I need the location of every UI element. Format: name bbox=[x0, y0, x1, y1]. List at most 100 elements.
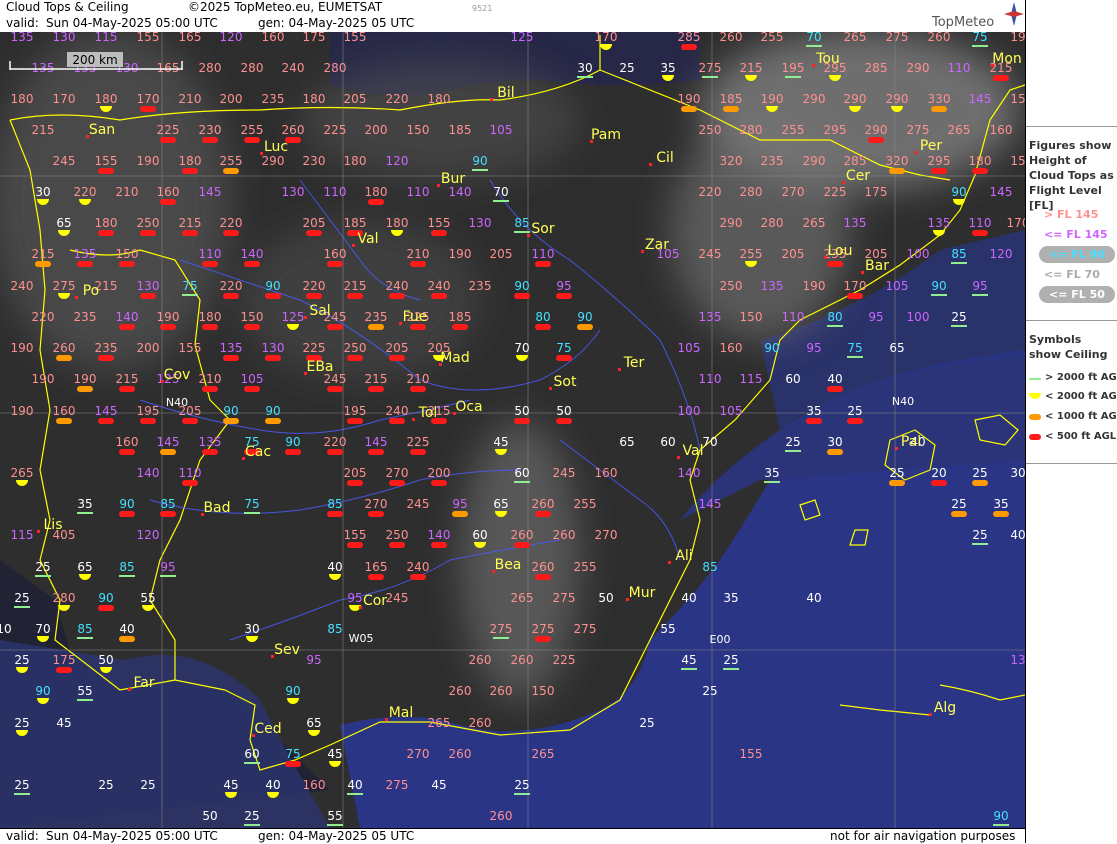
cloud-top-label: 30 bbox=[577, 61, 592, 75]
cloud-top-label: 105 bbox=[241, 372, 264, 386]
cloud-top-label: 265 bbox=[511, 591, 534, 605]
cloud-top-label: 180 bbox=[365, 185, 388, 199]
cloud-top-label: 65 bbox=[56, 216, 71, 230]
cloud-top-label: 185 bbox=[449, 123, 472, 137]
place-label: Fue bbox=[403, 309, 428, 325]
grid-coordinate-label: N40 bbox=[892, 395, 914, 408]
cloud-top-label: 140 bbox=[241, 247, 264, 261]
cloud-top-label: 240 bbox=[428, 279, 451, 293]
ceiling-below-500ft-marker bbox=[119, 511, 135, 517]
cloud-top-label: 95 bbox=[160, 560, 175, 574]
cloud-top-label: 85 bbox=[77, 622, 92, 636]
cloud-top-label: 170 bbox=[137, 92, 160, 106]
place-label: Sev bbox=[274, 642, 300, 658]
ceiling-below-500ft-marker bbox=[202, 324, 218, 330]
legend-panel: Figures show Height of Cloud Tops as Fli… bbox=[1025, 0, 1117, 843]
ceiling-below-500ft-marker bbox=[202, 449, 218, 455]
cloud-top-label: 85 bbox=[160, 497, 175, 511]
cloud-top-label: 170 bbox=[53, 92, 76, 106]
cloud-top-label: 255 bbox=[740, 247, 763, 261]
cloud-top-label: 90 bbox=[993, 809, 1008, 823]
city-dot-icon bbox=[915, 151, 918, 154]
cloud-top-label: 290 bbox=[803, 92, 826, 106]
cloud-top-label: 50 bbox=[556, 404, 571, 418]
ceiling-below-500ft-marker bbox=[347, 293, 363, 299]
cloud-top-label: 135 bbox=[11, 32, 34, 44]
legend-ceiling-swatch bbox=[1029, 434, 1041, 440]
ceiling-below-500ft-marker bbox=[972, 168, 988, 174]
cloud-top-label: 90 bbox=[265, 279, 280, 293]
city-dot-icon bbox=[677, 456, 680, 459]
ceiling-below-500ft-marker bbox=[347, 418, 363, 424]
valid-time: Sun 04-May-2025 05:00 UTC bbox=[46, 16, 218, 30]
ceiling-below-500ft-marker bbox=[160, 324, 176, 330]
ceiling-below-500ft-marker bbox=[368, 574, 384, 580]
cloud-top-label: 90 bbox=[265, 404, 280, 418]
cloud-top-label: 30 bbox=[827, 435, 842, 449]
legend-ceiling-swatch bbox=[1029, 414, 1041, 420]
ceiling-below-500ft-marker bbox=[514, 293, 530, 299]
weather-map[interactable]: 135 130 115 155 165 120 160 175 155 125 170 285 260 2… bbox=[0, 32, 1025, 828]
cloud-top-label: 25 bbox=[785, 435, 800, 449]
cloud-top-label: 220 bbox=[32, 310, 55, 324]
cloud-top-label: 80 bbox=[827, 310, 842, 324]
cloud-top-label: 185 bbox=[720, 92, 743, 106]
cloud-top-label: 90 bbox=[285, 435, 300, 449]
cloud-top-label: 255 bbox=[574, 560, 597, 574]
cloud-top-label: 45 bbox=[431, 778, 446, 792]
cloud-top-label: 70 bbox=[35, 622, 50, 636]
cloud-top-label: 255 bbox=[241, 123, 264, 137]
ceiling-below-500ft-marker bbox=[368, 511, 384, 517]
cloud-top-label: 255 bbox=[220, 154, 243, 168]
cloud-top-label: 80 bbox=[535, 310, 550, 324]
place-label: Cor bbox=[363, 593, 387, 609]
ceiling-below-500ft-marker bbox=[556, 293, 572, 299]
place-label: Far bbox=[133, 675, 154, 691]
ceiling-below-500ft-marker bbox=[431, 293, 447, 299]
cloud-top-label: 20 bbox=[931, 466, 946, 480]
cloud-top-label: 55 bbox=[660, 622, 675, 636]
place-label: Pam bbox=[591, 127, 621, 143]
cloud-top-label: 55 bbox=[77, 684, 92, 698]
ceiling-below-1000ft-marker bbox=[56, 418, 72, 424]
ceiling-below-1000ft-marker bbox=[77, 386, 93, 392]
ceiling-below-1000ft-marker bbox=[119, 636, 135, 642]
place-label: Pal bbox=[901, 434, 921, 450]
cloud-top-label: 240 bbox=[11, 279, 34, 293]
cloud-top-label: 220 bbox=[699, 185, 722, 199]
ceiling-below-500ft-marker bbox=[306, 230, 322, 236]
ceiling-below-1000ft-marker bbox=[993, 511, 1009, 517]
cloud-top-label: 270 bbox=[595, 528, 618, 542]
cloud-top-label: 130 bbox=[262, 341, 285, 355]
ceiling-below-500ft-marker bbox=[368, 449, 384, 455]
cloud-top-label: 85 bbox=[327, 497, 342, 511]
place-label: Bar bbox=[865, 258, 889, 274]
ceiling-below-500ft-marker bbox=[56, 667, 72, 673]
cloud-top-label: 220 bbox=[220, 279, 243, 293]
ceiling-below-500ft-marker bbox=[535, 511, 551, 517]
cloud-top-label: 225 bbox=[824, 185, 847, 199]
ceiling-below-500ft-marker bbox=[410, 449, 426, 455]
footer-generated-time: gen: 04-May-2025 05 UTC bbox=[258, 829, 415, 843]
cloud-top-label: 135 bbox=[220, 341, 243, 355]
cloud-top-label: 175 bbox=[303, 32, 326, 44]
cloud-top-label: 260 bbox=[490, 684, 513, 698]
ceiling-below-2000ft-marker bbox=[16, 480, 28, 486]
cloud-top-label: 90 bbox=[472, 154, 487, 168]
ceiling-below-500ft-marker bbox=[244, 324, 260, 330]
ceiling-below-500ft-marker bbox=[119, 261, 135, 267]
place-label: Mad bbox=[440, 350, 470, 366]
cloud-top-label: 50 bbox=[98, 653, 113, 667]
cloud-top-label: 190 bbox=[678, 92, 701, 106]
image-code: 9521 bbox=[472, 4, 493, 13]
ceiling-below-500ft-marker bbox=[265, 293, 281, 299]
cloud-top-label: 85 bbox=[119, 560, 134, 574]
ceiling-below-500ft-marker bbox=[556, 418, 572, 424]
cloud-top-label: 220 bbox=[386, 92, 409, 106]
place-label: Cil bbox=[656, 150, 674, 166]
cloud-top-label: 10 bbox=[0, 622, 12, 636]
cloud-top-label: 85 bbox=[327, 622, 342, 636]
ceiling-below-500ft-marker bbox=[265, 355, 281, 361]
ceiling-below-500ft-marker bbox=[389, 355, 405, 361]
cloud-top-label: 260 bbox=[928, 32, 951, 44]
